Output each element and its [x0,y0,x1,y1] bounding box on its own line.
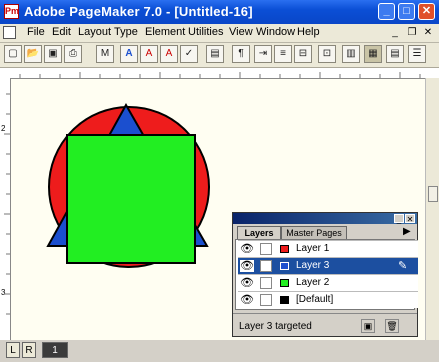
trash-icon[interactable]: 🗑 [385,319,399,333]
styles-icon[interactable]: ☰ [408,45,426,63]
eye-icon[interactable]: 👁 [240,277,254,289]
menu-file[interactable]: File [27,26,45,38]
layer-color-swatch [280,296,289,304]
menu-edit[interactable]: Edit [52,26,71,38]
menu-layout[interactable]: Layout [78,26,111,38]
indent-tabs-icon[interactable]: ⇥ [254,45,272,63]
save-icon[interactable]: ▣ [44,45,62,63]
layer-row[interactable]: 👁 Layer 3 ✎ [238,257,418,274]
hyphenation-icon[interactable]: ≡ [274,45,292,63]
group-icon[interactable]: ▥ [342,45,360,63]
colors-icon[interactable]: ▦ [364,45,382,63]
menu-window[interactable]: Window [256,26,295,38]
layers-palette: _ ✕ Layers Master Pages ▶ 👁 Layer 1 👁 La… [232,212,418,337]
pagemaker-icon[interactable]: Pm [4,4,19,19]
palette-close-button[interactable]: ✕ [405,214,415,224]
document-close-button[interactable]: ✕ [421,26,435,39]
print-icon[interactable]: ⎙ [64,45,82,63]
spelling-icon[interactable]: A [120,45,138,63]
layer-name: Layer 3 [296,260,330,271]
layer-list: 👁 Layer 1 👁 Layer 3 ✎ 👁 Layer 2 👁 [Defau… [235,239,418,310]
palette-title-bar[interactable] [233,213,417,224]
menu-view[interactable]: View [229,26,253,38]
right-master-page-tab[interactable]: R [22,342,36,358]
frame-icon[interactable]: ⊡ [318,45,336,63]
layer-name: [Default] [296,294,334,305]
window-title: Adobe PageMaker 7.0 - [Untitled-16] [24,4,253,19]
palette-minimize-button[interactable]: _ [394,214,404,224]
open-icon[interactable]: 📂 [24,45,42,63]
scroll-thumb[interactable] [428,186,438,202]
lock-checkbox[interactable] [260,294,272,306]
new-layer-icon[interactable]: ▣ [361,319,375,333]
minimize-button[interactable]: _ [378,3,395,20]
document-minimize-button[interactable]: _ [388,26,402,39]
character-icon[interactable]: A [160,45,178,63]
document-icon[interactable] [3,26,16,39]
tab-layers[interactable]: Layers [237,226,281,239]
font-icon[interactable]: A [140,45,158,63]
image-icon[interactable]: ▤ [206,45,224,63]
layer-row[interactable]: 👁 Layer 2 [238,274,418,291]
paragraph-icon[interactable]: ¶ [232,45,250,63]
menu-bar: File Edit Layout Type Element Utilities … [0,24,439,43]
title-bar[interactable]: Pm Adobe PageMaker 7.0 - [Untitled-16] _… [0,0,439,24]
layer-color-swatch [280,245,289,253]
pen-icon: ✎ [398,260,408,272]
page-1-tab[interactable]: 1 [42,342,68,358]
eye-icon[interactable]: 👁 [240,260,254,272]
document-restore-button[interactable]: ❐ [405,26,419,39]
lock-checkbox[interactable] [260,277,272,289]
new-document-icon[interactable]: ▢ [4,45,22,63]
menu-help[interactable]: Help [297,26,320,38]
align-icon[interactable]: ⊟ [294,45,312,63]
tab-master-pages[interactable]: Master Pages [281,226,347,239]
find-icon[interactable]: M [96,45,114,63]
layer-name: Layer 2 [296,277,330,288]
lock-checkbox[interactable] [260,243,272,255]
eye-icon[interactable]: 👁 [240,243,254,255]
vertical-ruler[interactable]: 2 3 [0,78,11,340]
vertical-scrollbar[interactable] [425,78,439,340]
layer-color-swatch [280,279,289,287]
toolbar: ▢ 📂 ▣ ⎙ M A A A ✓ ▤ ¶ ⇥ ≡ ⊟ ⊡ ▥ ▦ ▤ ☰ [0,43,439,68]
layer-row[interactable]: 👁 [Default] [238,291,418,308]
left-master-page-tab[interactable]: L [6,342,20,358]
palette-divider [233,313,417,314]
menu-type[interactable]: Type [114,26,138,38]
green-square[interactable] [66,134,196,264]
layer-row[interactable]: 👁 Layer 1 [238,240,418,257]
layer-color-swatch [280,262,289,270]
maximize-button[interactable]: □ [398,3,415,20]
layer-name: Layer 1 [296,243,330,254]
eye-icon[interactable]: 👁 [240,294,254,306]
menu-utilities[interactable]: Utilities [188,26,223,38]
close-button[interactable]: ✕ [418,3,435,20]
horizontal-ruler[interactable] [0,68,439,79]
lock-checkbox[interactable] [260,260,272,272]
layer-status-text: Layer 3 targeted [239,321,312,332]
text-style-icon[interactable]: ✓ [180,45,198,63]
layers-icon[interactable]: ▤ [386,45,404,63]
menu-element[interactable]: Element [145,26,185,38]
palette-menu-icon[interactable]: ▶ [403,226,411,237]
